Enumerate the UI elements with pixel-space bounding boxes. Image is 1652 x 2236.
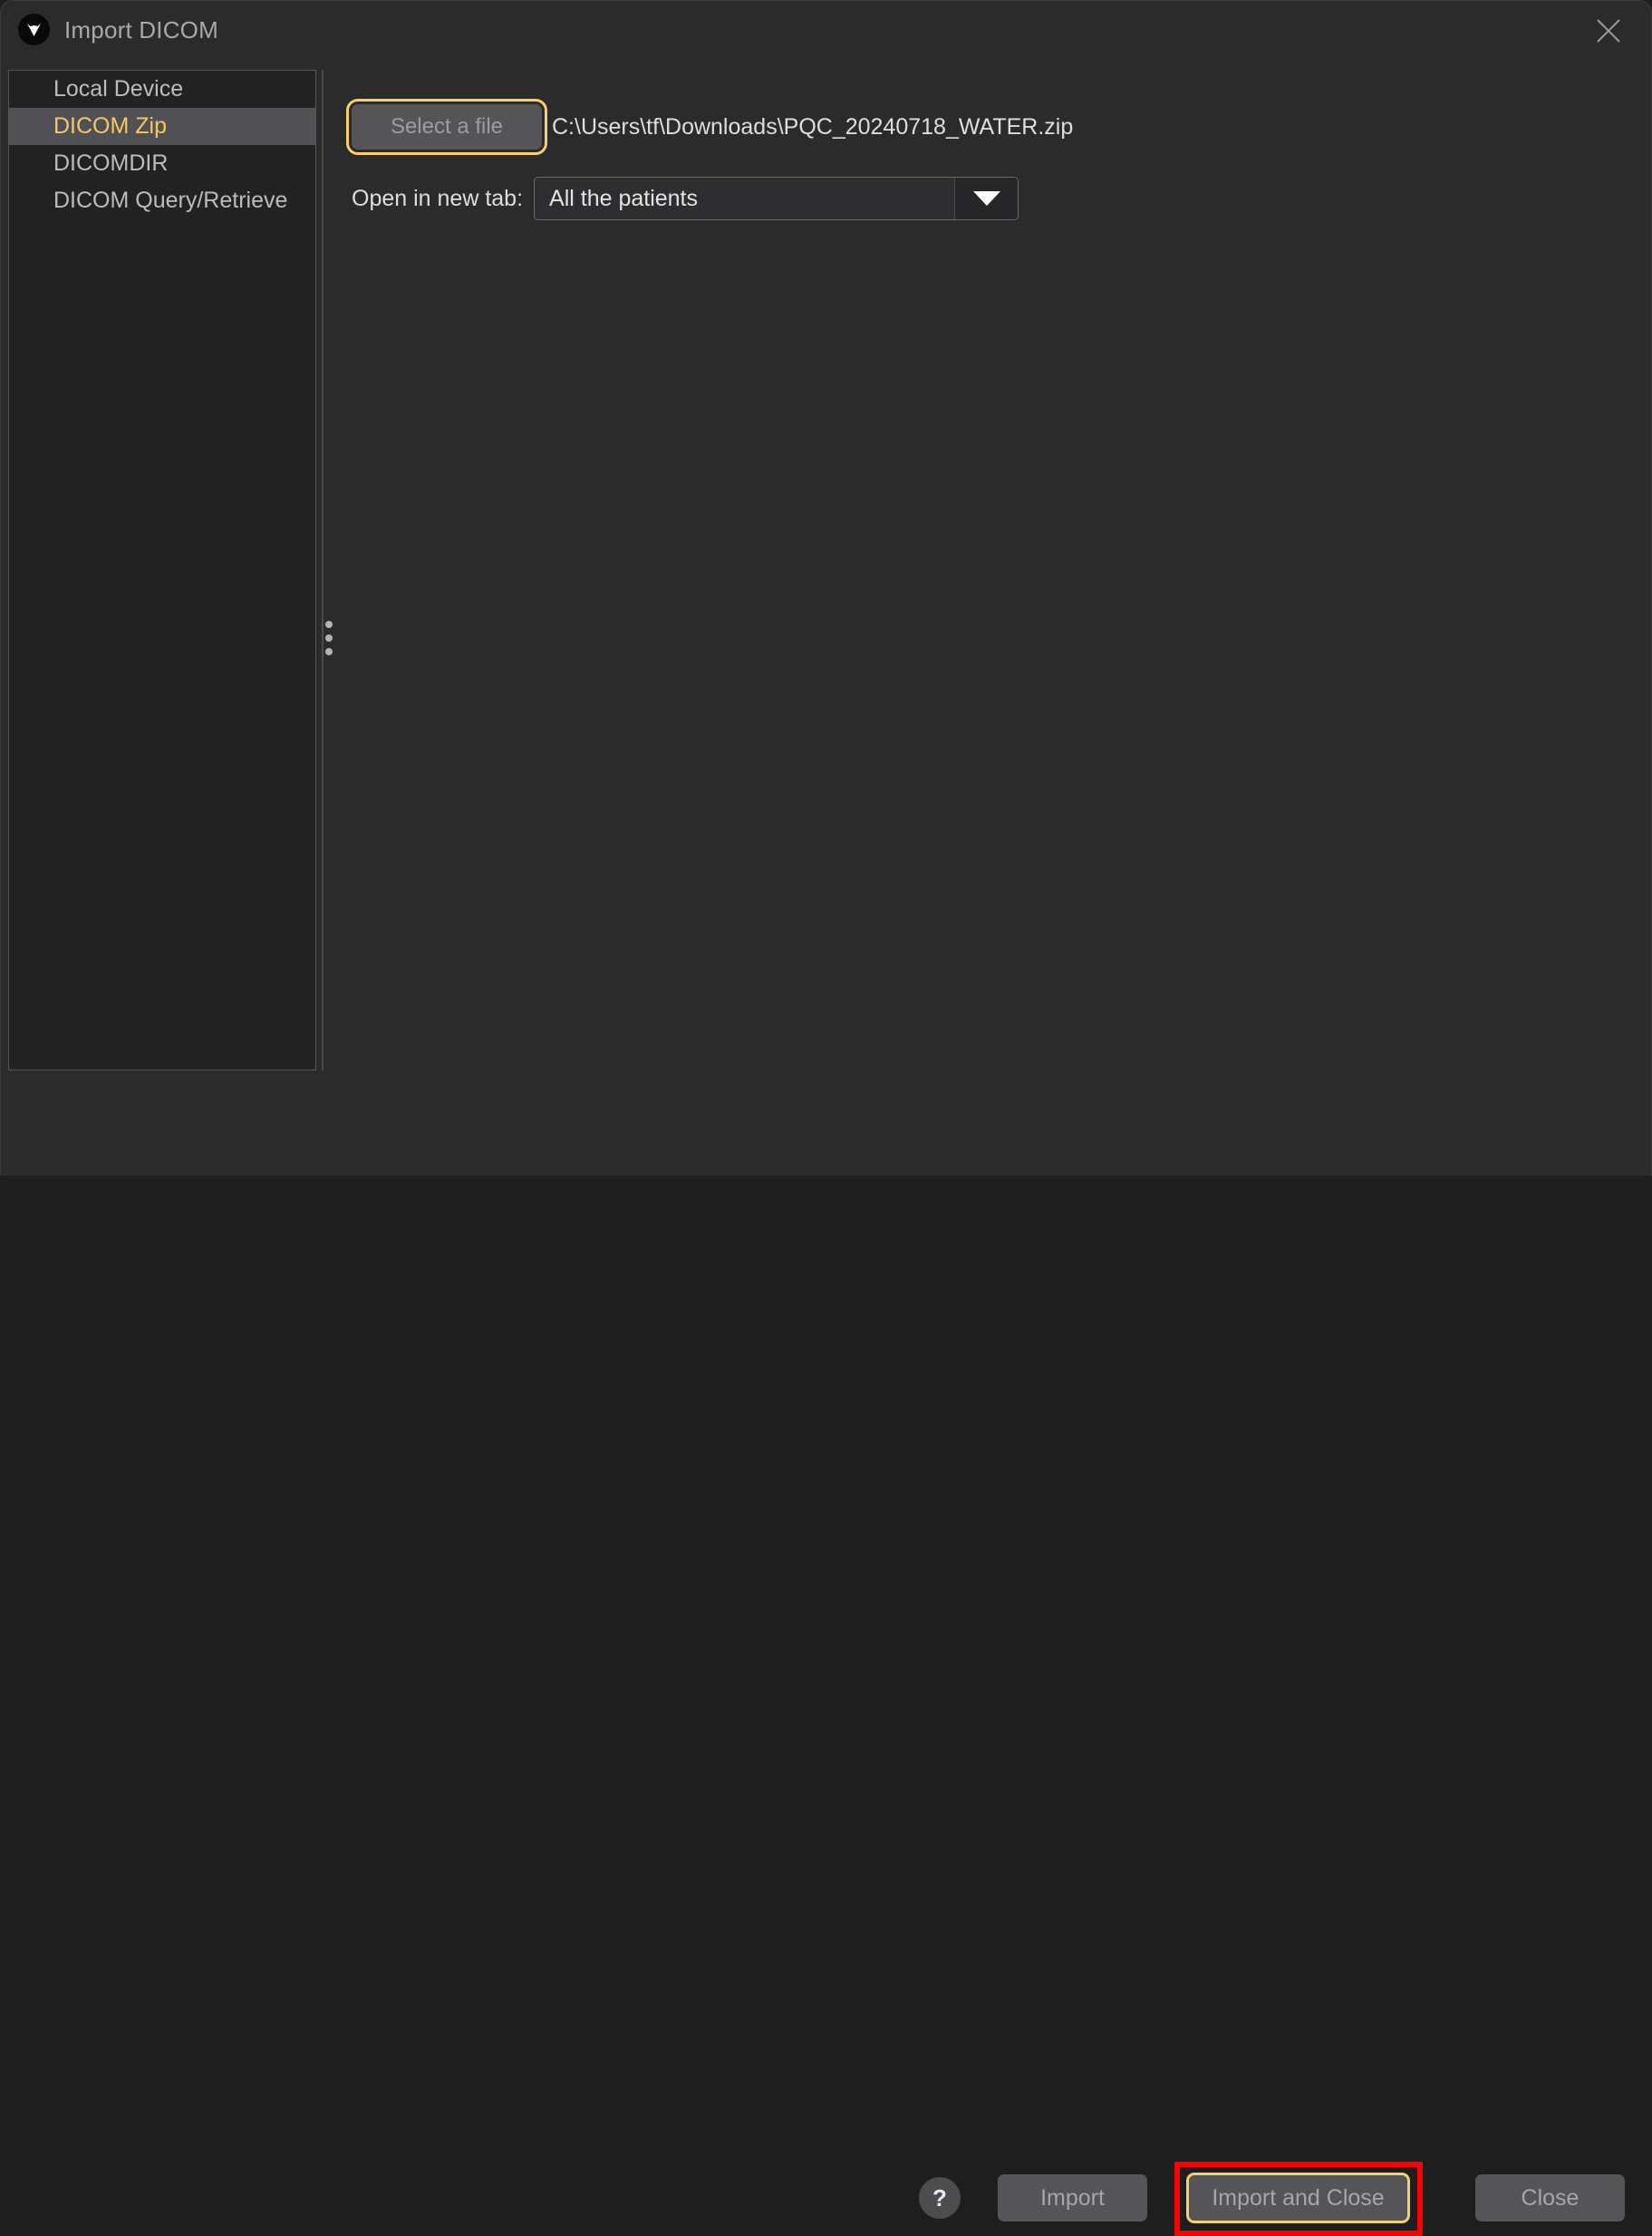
sidebar-item-local-device[interactable]: Local Device (9, 71, 315, 108)
close-button[interactable]: Close (1475, 2174, 1625, 2221)
chevron-down-icon[interactable] (954, 178, 1019, 219)
sidebar-item-dicom-query-retrieve[interactable]: DICOM Query/Retrieve (9, 182, 315, 219)
panel-splitter[interactable] (316, 70, 334, 1070)
help-icon[interactable]: ? (919, 2177, 961, 2219)
import-and-close-button[interactable]: Import and Close (1186, 2173, 1410, 2223)
select-file-button[interactable]: Select a file (346, 99, 547, 155)
import-button[interactable]: Import (998, 2174, 1147, 2221)
selected-file-path: C:\Users\tf\Downloads\PQC_20240718_WATER… (552, 113, 1074, 140)
open-in-new-tab-select[interactable]: All the patients (534, 177, 1019, 220)
sidebar-item-dicomdir[interactable]: DICOMDIR (9, 145, 315, 182)
sidebar-item-label: DICOMDIR (53, 150, 169, 176)
page-title: Import DICOM (64, 16, 218, 44)
weasis-v-logo-icon (18, 14, 50, 45)
file-selection-row: Select a file C:\Users\tf\Downloads\PQC_… (346, 99, 1074, 155)
main-panel: Select a file C:\Users\tf\Downloads\PQC_… (334, 70, 1644, 1070)
dialog-titlebar: Import DICOM (1, 1, 1651, 59)
open-in-new-tab-value: All the patients (549, 185, 699, 211)
open-in-new-tab-row: Open in new tab: All the patients (334, 177, 1019, 220)
open-in-new-tab-label: Open in new tab: (352, 185, 524, 211)
splitter-line (322, 70, 324, 1070)
splitter-dots-icon[interactable] (325, 621, 333, 655)
sidebar-item-label: DICOM Zip (53, 113, 167, 139)
sidebar-item-dicom-zip[interactable]: DICOM Zip (9, 108, 315, 145)
close-icon[interactable] (1588, 10, 1629, 52)
sidebar-item-label: DICOM Query/Retrieve (53, 188, 288, 213)
source-list[interactable]: Local Device DICOM Zip DICOMDIR DICOM Qu… (8, 70, 316, 1070)
dialog-footer: ? Import Import and Close Close (1, 1070, 1651, 2236)
sidebar-item-label: Local Device (53, 76, 184, 102)
import-dicom-dialog: Import DICOM Local Device DICOM Zip DICO… (0, 0, 1652, 2236)
